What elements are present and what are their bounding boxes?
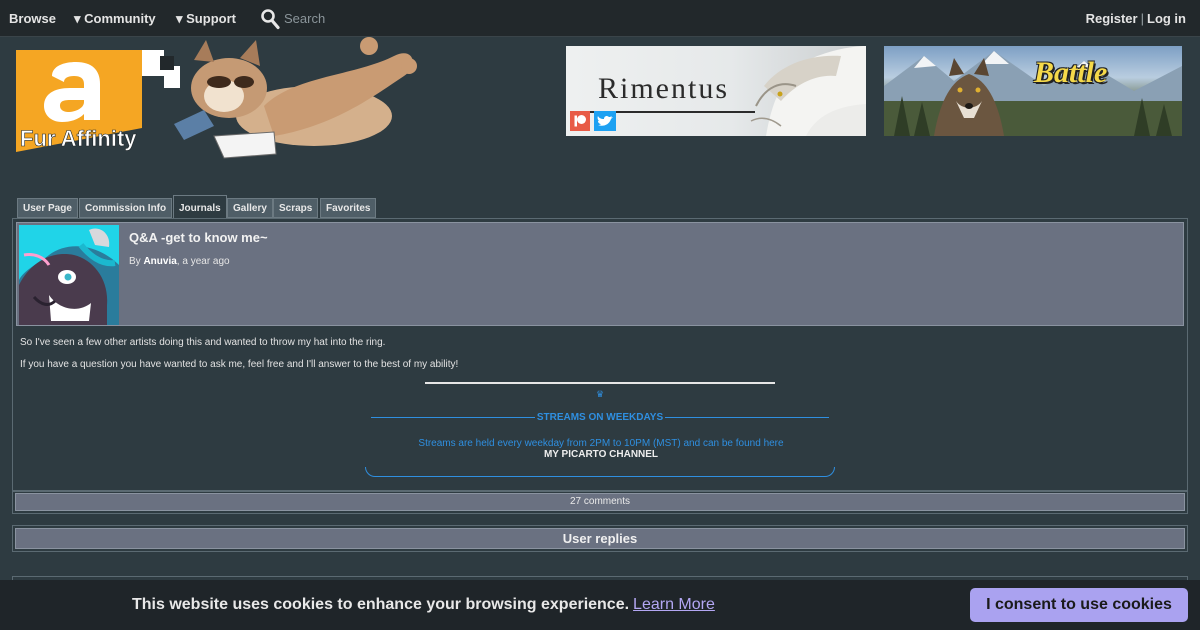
battle-banner-ad[interactable]: Battle bbox=[884, 46, 1182, 136]
avatar-illustration bbox=[19, 225, 119, 325]
streams-description: Streams are held every weekday from 2PM … bbox=[418, 438, 784, 449]
picarto-channel-link[interactable]: MY PICARTO CHANNEL bbox=[13, 449, 1189, 460]
rimentus-banner-title: Rimentus bbox=[598, 72, 730, 105]
learn-more-link[interactable]: Learn More bbox=[633, 596, 715, 613]
journal-title: Q&A -get to know me~ bbox=[129, 230, 268, 245]
tab-scraps[interactable]: Scraps bbox=[273, 198, 319, 218]
streams-heading-block: STREAMS ON WEEKDAYS bbox=[371, 411, 829, 425]
cookie-consent-bar: This website uses cookies to enhance you… bbox=[0, 580, 1200, 630]
top-nav-bar: Browse ▾ Community ▾ Support Register|Lo… bbox=[0, 0, 1200, 37]
journal-paragraph-1: So I've seen a few other artists doing t… bbox=[20, 337, 386, 348]
streams-title: STREAMS ON WEEKDAYS bbox=[536, 412, 664, 423]
cookie-message-row: This website uses cookies to enhance you… bbox=[132, 596, 715, 614]
site-logo[interactable]: Fur Affinity bbox=[14, 36, 424, 162]
wolf-illustration bbox=[884, 51, 1182, 136]
post-time: , a year ago bbox=[176, 256, 230, 267]
patreon-icon[interactable] bbox=[570, 111, 590, 131]
search-input[interactable] bbox=[284, 8, 474, 28]
journal-divider bbox=[425, 382, 775, 384]
rimentus-banner-ad[interactable]: Rimentus bbox=[566, 46, 866, 136]
battle-banner-title: Battle bbox=[1034, 56, 1108, 89]
tab-journals[interactable]: Journals bbox=[173, 195, 227, 218]
auth-separator: | bbox=[1140, 11, 1144, 26]
logo-text: Fur Affinity bbox=[20, 126, 137, 151]
cookie-message: This website uses cookies to enhance you… bbox=[132, 596, 630, 613]
register-link[interactable]: Register bbox=[1086, 11, 1138, 26]
streams-bottom-border bbox=[365, 467, 835, 477]
journal-byline: By Anuvia, a year ago bbox=[129, 256, 230, 267]
journal-paragraph-2: If you have a question you have wanted t… bbox=[20, 359, 459, 370]
tab-favorites[interactable]: Favorites bbox=[320, 198, 377, 218]
twitter-icon[interactable] bbox=[594, 111, 616, 131]
cookie-consent-button[interactable]: I consent to use cookies bbox=[970, 588, 1188, 622]
tab-user-page[interactable]: User Page bbox=[17, 198, 78, 218]
tab-gallery[interactable]: Gallery bbox=[227, 198, 273, 218]
author-link[interactable]: Anuvia bbox=[143, 256, 176, 267]
user-replies-header: User replies bbox=[15, 528, 1185, 549]
nav-support-menu[interactable]: ▾ Support bbox=[176, 11, 236, 27]
search-bar bbox=[260, 8, 480, 30]
comments-count-bar[interactable]: 27 comments bbox=[15, 493, 1185, 511]
byline-prefix: By bbox=[129, 256, 144, 267]
search-icon[interactable] bbox=[260, 8, 280, 30]
author-avatar[interactable] bbox=[19, 225, 119, 325]
fur-affinity-logo-graphic: Fur Affinity bbox=[16, 37, 417, 159]
nav-browse-link[interactable]: Browse bbox=[9, 11, 56, 26]
journal-container: Q&A -get to know me~ By Anuvia, a year a… bbox=[12, 218, 1188, 492]
journal-header: Q&A -get to know me~ By Anuvia, a year a… bbox=[16, 222, 1184, 326]
login-link[interactable]: Log in bbox=[1147, 11, 1186, 26]
nav-community-menu[interactable]: ▾ Community bbox=[74, 11, 156, 27]
auth-links: Register | Log in bbox=[1086, 11, 1186, 26]
crown-icon: ♛ bbox=[595, 389, 605, 399]
tab-commission-info[interactable]: Commission Info bbox=[79, 198, 173, 218]
